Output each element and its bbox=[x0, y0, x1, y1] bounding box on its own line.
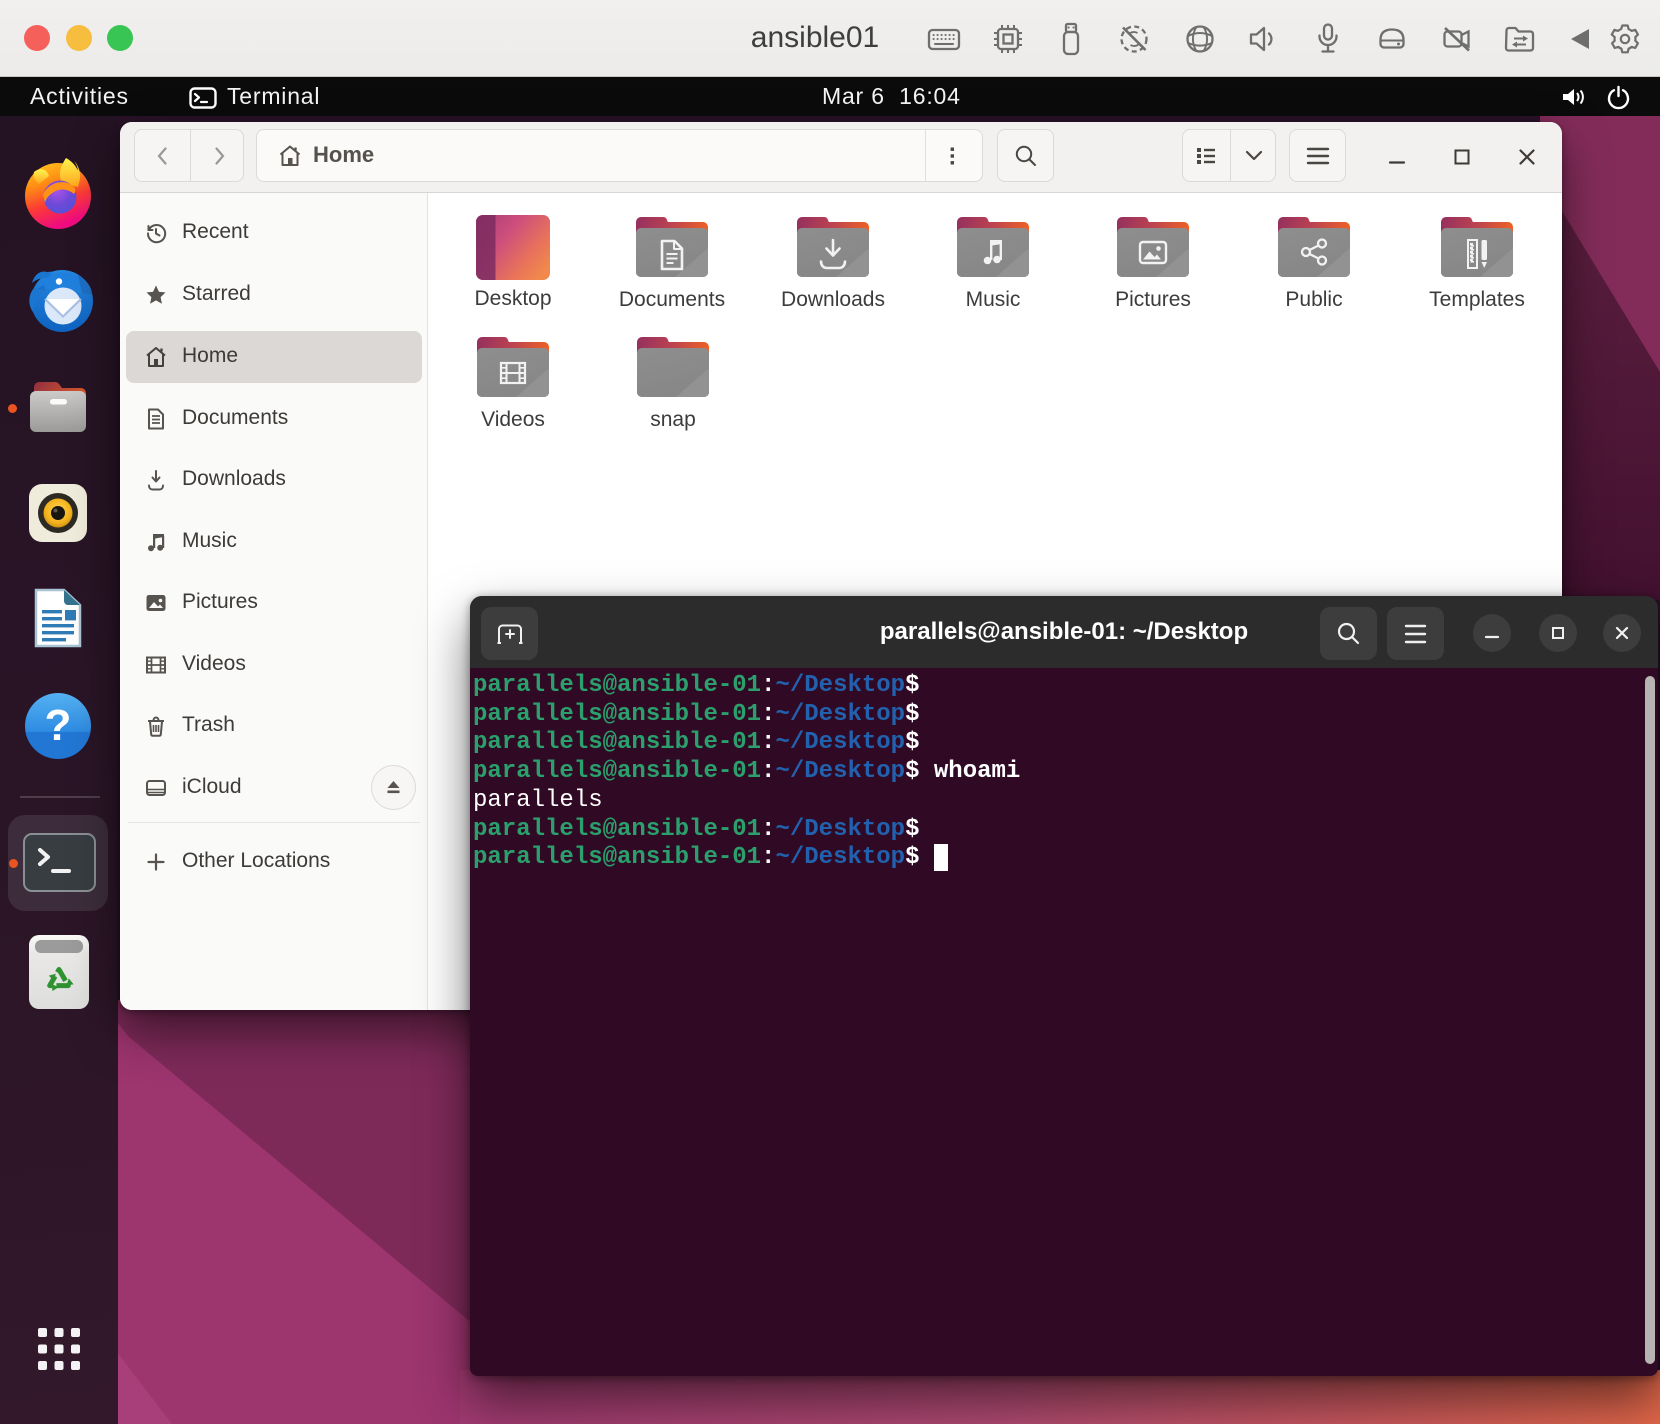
svg-text:?: ? bbox=[45, 701, 72, 750]
